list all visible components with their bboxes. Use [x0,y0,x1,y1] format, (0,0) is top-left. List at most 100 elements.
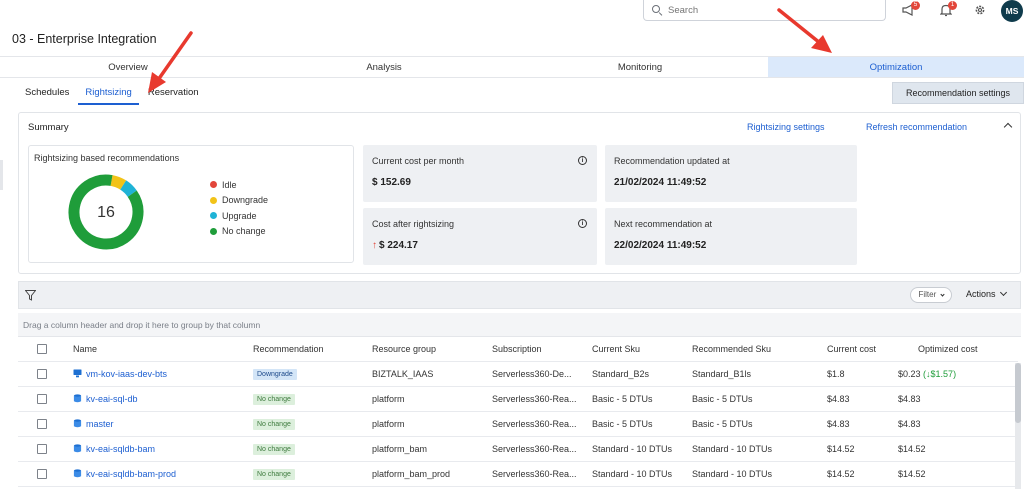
current-sku-cell: Standard - 10 DTUs [592,469,673,479]
col-subscription[interactable]: Subscription [492,337,542,361]
optimized-cost-cell: $14.52 [898,469,926,479]
arrow-up-icon: ↑ [372,240,377,251]
after-cost-label: Cost after rightsizing [372,219,455,229]
col-recommendation[interactable]: Recommendation [253,337,324,361]
grid-scrollbar[interactable] [1015,363,1021,489]
resource-group-cell: platform [372,394,405,404]
resource-name-link[interactable]: vm-kov-iaas-dev-bts [86,369,167,379]
table-row[interactable]: kv-eai-sqldb-bam No change platform_bam … [18,437,1018,462]
recommendation-cell: No change [253,437,295,461]
top-bar: 5 1 MS [0,0,1024,28]
col-current-cost[interactable]: Current cost [827,337,876,361]
optimized-cost-cell: $4.83 [898,394,921,404]
col-name[interactable]: Name [73,337,97,361]
group-by-drop-area[interactable]: Drag a column header and drop it here to… [18,313,1021,337]
avatar[interactable]: MS [1001,0,1023,22]
filter-button[interactable]: Filter [910,287,952,303]
tab-optimization[interactable]: Optimization [768,57,1024,77]
database-icon [73,444,82,453]
donut-card: Rightsizing based recommendations 16 Idl… [28,145,354,263]
tab-analysis[interactable]: Analysis [256,57,512,77]
col-recommended-sku[interactable]: Recommended Sku [692,337,771,361]
table-row[interactable]: kv-eai-sql-db No change platform Serverl… [18,387,1018,412]
current-sku-cell: Standard - 10 DTUs [592,444,673,454]
search-box[interactable] [643,0,886,21]
rightsizing-settings-link[interactable]: Rightsizing settings [747,122,825,132]
donut-total: 16 [97,204,115,221]
scrollbar-thumb[interactable] [1015,363,1021,423]
col-optimized-cost[interactable]: Optimized cost [918,337,978,361]
row-checkbox[interactable] [37,394,47,404]
table-row[interactable]: master No change platform Serverless360-… [18,412,1018,437]
subtab-reservation[interactable]: Reservation [141,83,206,105]
tab-monitoring[interactable]: Monitoring [512,57,768,77]
recommendation-settings-button[interactable]: Recommendation settings [892,82,1024,104]
optimized-cost-cell: $4.83 [898,419,921,429]
after-cost-row: ↑ $ 224.17 [372,240,418,251]
left-edge-strip [0,160,3,190]
search-input[interactable] [668,4,868,16]
subscription-cell: Serverless360-Rea... [492,394,577,404]
subtab-schedules[interactable]: Schedules [18,83,76,105]
recommendation-donut-chart: 16 [68,174,144,250]
next-recommendation-label: Next recommendation at [614,219,713,229]
current-cost-cell: $14.52 [827,444,855,454]
recommended-sku-cell: Standard - 10 DTUs [692,444,773,454]
bell-icon[interactable]: 1 [938,1,957,18]
col-resource-group[interactable]: Resource group [372,337,436,361]
chevron-down-icon [939,292,945,297]
legend-item-idle: Idle [210,177,268,193]
resource-name-link[interactable]: master [86,419,114,429]
legend-item-downgrade: Downgrade [210,193,268,209]
row-checkbox[interactable] [37,419,47,429]
donut-title: Rightsizing based recommendations [34,153,180,163]
chevron-down-icon [999,288,1007,297]
legend-dot [210,181,217,189]
row-checkbox[interactable] [37,469,47,479]
row-checkbox[interactable] [37,369,47,379]
resource-name-link[interactable]: kv-eai-sqldb-bam [86,444,155,454]
resource-group-cell: platform_bam [372,444,428,454]
database-icon [73,394,82,403]
info-icon[interactable]: i [578,156,587,165]
recommendation-badge: Downgrade [253,369,297,380]
saving-value: (↓$1.57) [923,369,957,379]
resource-name-link[interactable]: kv-eai-sqldb-bam-prod [86,469,176,479]
subscription-cell: Serverless360-Rea... [492,419,577,429]
filter-funnel-icon[interactable] [25,290,36,301]
legend-label: Upgrade [222,210,257,221]
info-icon[interactable]: i [578,219,587,228]
current-cost-label: Current cost per month [372,156,465,166]
table-row[interactable]: kv-eai-sqldb-bam-prod No change platform… [18,462,1018,487]
recommendation-badge: No change [253,469,295,480]
gear-icon[interactable] [972,4,988,18]
legend-item-no-change: No change [210,224,268,240]
grid-toolbar: Filter Actions [18,281,1021,309]
recommendation-cell: Downgrade [253,362,297,386]
tab-overview[interactable]: Overview [0,57,256,77]
actions-menu[interactable]: Actions [966,288,1007,299]
resource-group-cell: platform_bam_prod [372,469,451,479]
collapse-chevron-icon[interactable] [1003,121,1013,131]
subtab-rightsizing[interactable]: Rightsizing [78,83,139,105]
table-row[interactable]: vm-kov-iaas-dev-bts Downgrade BIZTALK_IA… [18,362,1018,387]
megaphone-icon[interactable]: 5 [901,1,920,18]
select-all-checkbox[interactable] [37,344,47,354]
resource-name-link[interactable]: kv-eai-sql-db [86,394,138,404]
optimized-cost-cell: $0.23 (↓$1.57) [898,362,956,386]
current-cost-cell: $4.83 [827,394,850,404]
summary-panel: Summary Rightsizing settings Refresh rec… [18,112,1021,274]
next-recommendation-card: Next recommendation at 22/02/2024 11:49:… [605,208,857,265]
legend-label: Idle [222,179,237,190]
recommendation-badge: No change [253,419,295,430]
refresh-recommendation-link[interactable]: Refresh recommendation [866,122,967,132]
optimized-cost-cell: $14.52 [898,444,926,454]
resource-group-cell: BIZTALK_IAAS [372,369,434,379]
updated-at-card: Recommendation updated at 21/02/2024 11:… [605,145,857,202]
row-checkbox[interactable] [37,444,47,454]
recommendation-cell: No change [253,462,295,486]
col-current-sku[interactable]: Current Sku [592,337,640,361]
recommendation-cell: No change [253,412,295,436]
page-title: 03 - Enterprise Integration [12,32,157,46]
search-icon [652,5,662,15]
